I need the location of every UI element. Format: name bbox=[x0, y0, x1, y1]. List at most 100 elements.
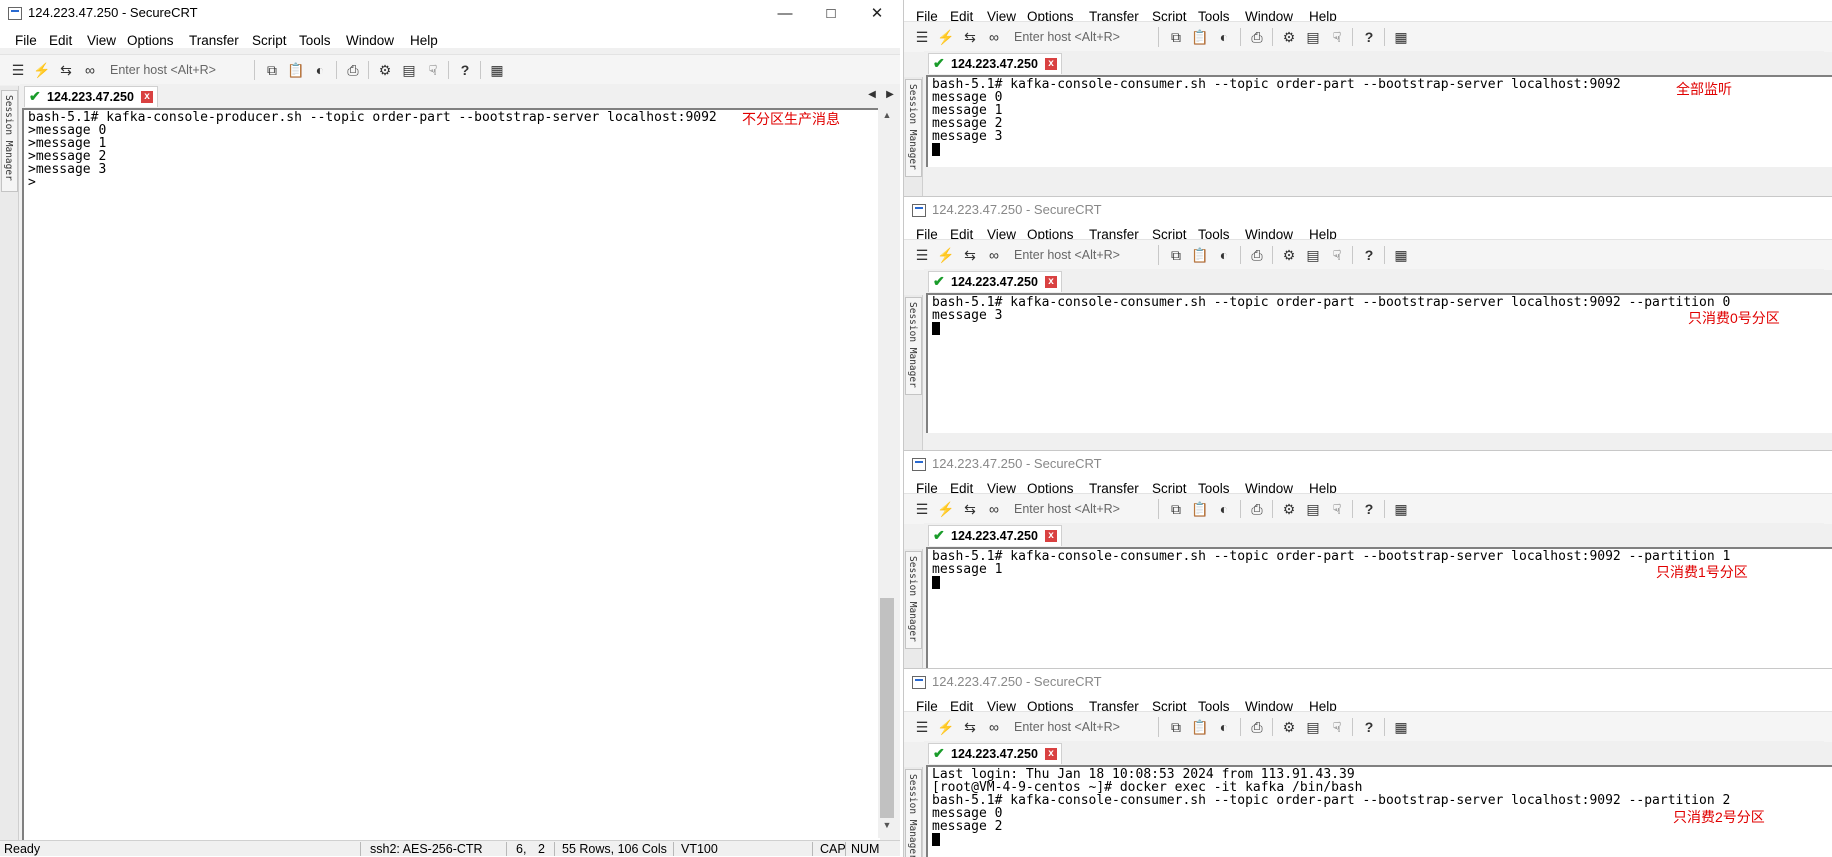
connect-icon[interactable]: ☰ bbox=[912, 245, 932, 265]
terminal-output[interactable]: bash-5.1# kafka-console-producer.sh --to… bbox=[22, 108, 880, 840]
reconnect-icon[interactable]: ⇆ bbox=[56, 60, 76, 80]
color-scheme-icon[interactable]: ▦ bbox=[1391, 499, 1411, 519]
paste-icon[interactable]: 📋 bbox=[1190, 499, 1210, 519]
vertical-scrollbar[interactable]: ▲ ▼ bbox=[878, 108, 896, 838]
menu-file[interactable]: File bbox=[15, 33, 37, 48]
find-icon[interactable]: ◐ bbox=[1214, 27, 1234, 47]
quick-connect-icon[interactable]: ⚡ bbox=[32, 60, 52, 80]
settings-icon[interactable]: ⚙ bbox=[375, 60, 395, 80]
find-icon[interactable]: ◐ bbox=[1214, 499, 1234, 519]
keymap-icon[interactable]: ☟ bbox=[423, 60, 443, 80]
session-tab[interactable]: ✔ 124.223.47.250 x bbox=[928, 53, 1062, 74]
sftp-icon[interactable]: ▤ bbox=[1303, 245, 1323, 265]
disconnect-icon[interactable]: ∞ bbox=[984, 717, 1004, 737]
quick-connect-icon[interactable]: ⚡ bbox=[936, 245, 956, 265]
menu-options[interactable]: Options bbox=[127, 33, 174, 48]
color-scheme-icon[interactable]: ▦ bbox=[487, 60, 507, 80]
help-icon[interactable]: ? bbox=[1359, 717, 1379, 737]
host-input[interactable]: Enter host <Alt+R> bbox=[106, 60, 255, 80]
paste-icon[interactable]: 📋 bbox=[286, 60, 306, 80]
menu-transfer[interactable]: Transfer bbox=[189, 33, 239, 48]
color-scheme-icon[interactable]: ▦ bbox=[1391, 27, 1411, 47]
help-icon[interactable]: ? bbox=[455, 60, 475, 80]
connect-icon[interactable]: ☰ bbox=[912, 717, 932, 737]
sftp-icon[interactable]: ▤ bbox=[1303, 27, 1323, 47]
copy-icon[interactable]: ⧉ bbox=[1166, 27, 1186, 47]
menu-help[interactable]: Help bbox=[410, 33, 438, 48]
host-input[interactable]: Enter host <Alt+R> bbox=[1010, 499, 1159, 519]
find-icon[interactable]: ◐ bbox=[1214, 717, 1234, 737]
reconnect-icon[interactable]: ⇆ bbox=[960, 245, 980, 265]
sftp-icon[interactable]: ▤ bbox=[399, 60, 419, 80]
host-input[interactable]: Enter host <Alt+R> bbox=[1010, 717, 1159, 737]
scroll-up-arrow-icon[interactable]: ▲ bbox=[878, 110, 896, 126]
terminal-output[interactable]: bash-5.1# kafka-console-consumer.sh --to… bbox=[926, 75, 1832, 167]
copy-icon[interactable]: ⧉ bbox=[1166, 245, 1186, 265]
scrollbar-thumb[interactable] bbox=[880, 598, 894, 818]
connect-icon[interactable]: ☰ bbox=[8, 60, 28, 80]
close-tab-icon[interactable]: x bbox=[1045, 276, 1057, 288]
copy-icon[interactable]: ⧉ bbox=[1166, 499, 1186, 519]
print-icon[interactable]: ⎙ bbox=[343, 60, 363, 80]
terminal-output[interactable]: bash-5.1# kafka-console-consumer.sh --to… bbox=[926, 293, 1832, 433]
menu-script[interactable]: Script bbox=[252, 33, 287, 48]
title-bar[interactable]: 124.223.47.250 - SecureCRT bbox=[904, 197, 1832, 223]
session-tab[interactable]: ✔ 124.223.47.250 x bbox=[928, 271, 1062, 292]
reconnect-icon[interactable]: ⇆ bbox=[960, 717, 980, 737]
reconnect-icon[interactable]: ⇆ bbox=[960, 27, 980, 47]
session-manager-tab[interactable]: Session Manager bbox=[905, 769, 922, 857]
paste-icon[interactable]: 📋 bbox=[1190, 717, 1210, 737]
terminal-output[interactable]: Last login: Thu Jan 18 10:08:53 2024 fro… bbox=[926, 765, 1832, 857]
quick-connect-icon[interactable]: ⚡ bbox=[936, 499, 956, 519]
copy-icon[interactable]: ⧉ bbox=[1166, 717, 1186, 737]
disconnect-icon[interactable]: ∞ bbox=[80, 60, 100, 80]
menu-tools[interactable]: Tools bbox=[299, 33, 331, 48]
close-tab-icon[interactable]: x bbox=[141, 91, 153, 103]
print-icon[interactable]: ⎙ bbox=[1247, 245, 1267, 265]
title-bar[interactable]: 124.223.47.250 - SecureCRT bbox=[904, 669, 1832, 695]
quick-connect-icon[interactable]: ⚡ bbox=[936, 27, 956, 47]
keymap-icon[interactable]: ☟ bbox=[1327, 27, 1347, 47]
tab-scroll-left-icon[interactable]: ◀ bbox=[862, 84, 882, 104]
help-icon[interactable]: ? bbox=[1359, 499, 1379, 519]
menu-edit[interactable]: Edit bbox=[49, 33, 72, 48]
sftp-icon[interactable]: ▤ bbox=[1303, 499, 1323, 519]
connect-icon[interactable]: ☰ bbox=[912, 27, 932, 47]
host-input[interactable]: Enter host <Alt+R> bbox=[1010, 27, 1159, 47]
disconnect-icon[interactable]: ∞ bbox=[984, 245, 1004, 265]
maximize-button[interactable]: □ bbox=[808, 0, 854, 26]
host-input[interactable]: Enter host <Alt+R> bbox=[1010, 245, 1159, 265]
paste-icon[interactable]: 📋 bbox=[1190, 27, 1210, 47]
print-icon[interactable]: ⎙ bbox=[1247, 717, 1267, 737]
keymap-icon[interactable]: ☟ bbox=[1327, 245, 1347, 265]
find-icon[interactable]: ◐ bbox=[1214, 245, 1234, 265]
close-tab-icon[interactable]: x bbox=[1045, 748, 1057, 760]
connect-icon[interactable]: ☰ bbox=[912, 499, 932, 519]
find-icon[interactable]: ◐ bbox=[310, 60, 330, 80]
settings-icon[interactable]: ⚙ bbox=[1279, 717, 1299, 737]
paste-icon[interactable]: 📋 bbox=[1190, 245, 1210, 265]
help-icon[interactable]: ? bbox=[1359, 27, 1379, 47]
reconnect-icon[interactable]: ⇆ bbox=[960, 499, 980, 519]
keymap-icon[interactable]: ☟ bbox=[1327, 499, 1347, 519]
quick-connect-icon[interactable]: ⚡ bbox=[936, 717, 956, 737]
session-manager-tab[interactable]: Session Manager bbox=[905, 551, 922, 649]
session-manager-tab[interactable]: Session Manager bbox=[1, 90, 18, 192]
settings-icon[interactable]: ⚙ bbox=[1279, 245, 1299, 265]
session-manager-tab[interactable]: Session Manager bbox=[905, 297, 922, 395]
settings-icon[interactable]: ⚙ bbox=[1279, 499, 1299, 519]
scroll-down-arrow-icon[interactable]: ▼ bbox=[878, 820, 896, 836]
print-icon[interactable]: ⎙ bbox=[1247, 499, 1267, 519]
disconnect-icon[interactable]: ∞ bbox=[984, 499, 1004, 519]
print-icon[interactable]: ⎙ bbox=[1247, 27, 1267, 47]
close-tab-icon[interactable]: x bbox=[1045, 58, 1057, 70]
color-scheme-icon[interactable]: ▦ bbox=[1391, 717, 1411, 737]
disconnect-icon[interactable]: ∞ bbox=[984, 27, 1004, 47]
help-icon[interactable]: ? bbox=[1359, 245, 1379, 265]
title-bar[interactable]: 124.223.47.250 - SecureCRT bbox=[904, 451, 1832, 477]
color-scheme-icon[interactable]: ▦ bbox=[1391, 245, 1411, 265]
terminal-output[interactable]: bash-5.1# kafka-console-consumer.sh --to… bbox=[926, 547, 1832, 669]
session-tab[interactable]: ✔ 124.223.47.250 x bbox=[928, 743, 1062, 764]
keymap-icon[interactable]: ☟ bbox=[1327, 717, 1347, 737]
settings-icon[interactable]: ⚙ bbox=[1279, 27, 1299, 47]
